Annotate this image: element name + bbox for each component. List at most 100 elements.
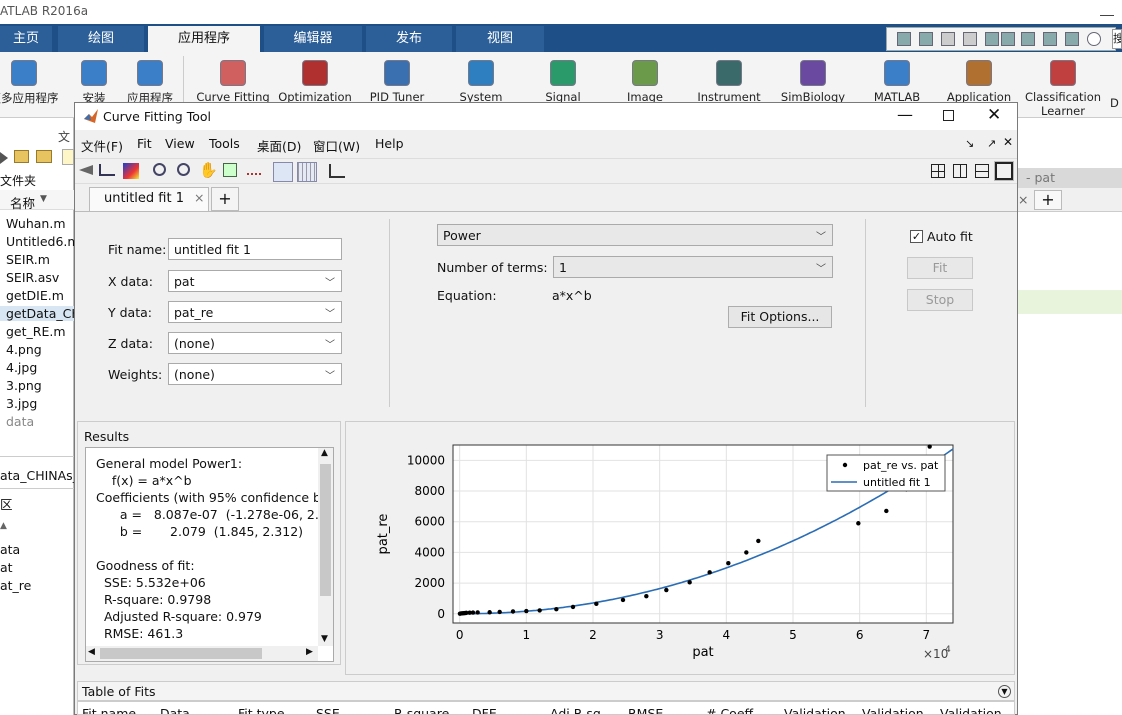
table-column-header[interactable]: Validation — [940, 706, 1002, 714]
dock-arrow-icon[interactable]: ↗ — [987, 137, 996, 150]
collapse-icon[interactable]: ▼ — [998, 685, 1011, 698]
z-data-select[interactable]: (none) ﹀ — [168, 332, 342, 354]
data-cursor-icon[interactable] — [99, 164, 115, 176]
workspace-var[interactable]: ata — [0, 542, 20, 557]
help-icon[interactable] — [1087, 32, 1101, 46]
browse-folder-icon[interactable] — [36, 150, 52, 163]
table-column-header[interactable]: R-square — [394, 706, 449, 714]
file-item[interactable]: Wuhan.m — [6, 216, 66, 231]
table-column-header[interactable]: DFE — [472, 706, 497, 714]
menu-item[interactable]: 桌面(D) — [257, 136, 301, 155]
data-cursor-tool-icon[interactable] — [223, 163, 237, 177]
scroll-down-icon[interactable]: ▼ — [321, 634, 328, 644]
paste-icon[interactable] — [985, 32, 999, 46]
file-item[interactable]: 4.png — [6, 342, 42, 357]
table-column-header[interactable]: # Coeff — [706, 706, 753, 714]
redo-icon[interactable] — [1043, 32, 1057, 46]
workspace-var[interactable]: at_re — [0, 578, 31, 593]
layout-rows-icon[interactable] — [975, 164, 989, 178]
open-icon[interactable] — [79, 165, 93, 175]
get-more-apps-button[interactable]: 更多应用程序 — [0, 60, 74, 117]
file-item[interactable]: data — [6, 414, 34, 429]
pan-icon[interactable]: ✋ — [199, 161, 218, 179]
file-item[interactable]: getDIE.m — [6, 288, 64, 303]
table-column-header[interactable]: Fit name — [82, 706, 136, 714]
table-column-header[interactable]: Adj R-sq — [550, 706, 601, 714]
new-fit-button[interactable]: + — [211, 187, 239, 211]
table-column-header[interactable]: SSE — [316, 706, 340, 714]
copy-icon[interactable] — [963, 32, 977, 46]
cft-close-button[interactable]: ✕ — [987, 105, 1001, 125]
menu-item[interactable]: Tools — [209, 136, 240, 151]
weights-select[interactable]: (none) ﹀ — [168, 363, 342, 385]
menu-item[interactable]: View — [165, 136, 195, 151]
tab-view[interactable]: 视图 — [456, 26, 544, 52]
file-item[interactable]: 3.jpg — [6, 396, 37, 411]
fit-tab-close-icon[interactable]: × — [194, 190, 204, 205]
app-button-11[interactable]: D — [1110, 60, 1122, 117]
fit-plot[interactable]: 0 1 2 3 4 5 6 70200040006000800010000patpat_re×… — [347, 423, 1013, 673]
table-column-header[interactable]: Validation — [862, 706, 924, 714]
file-item[interactable]: get_RE.m — [6, 324, 66, 339]
name-column-header[interactable]: 名称 ▼ — [0, 190, 74, 211]
auto-fit-checkbox[interactable]: ✓ — [910, 230, 923, 243]
search-field[interactable]: 搜 — [1112, 29, 1122, 49]
fit-tab[interactable]: untitled fit 1 × — [89, 187, 209, 211]
table-column-header[interactable]: Data — [160, 706, 190, 714]
undock-icon[interactable] — [897, 32, 911, 46]
switch-windows-icon[interactable] — [1065, 32, 1079, 46]
results-textbox[interactable]: General model Power1: f(x) = a*x^b Coeffi… — [85, 447, 334, 662]
close-tab-icon[interactable]: × — [1018, 192, 1028, 207]
file-item[interactable]: Untitled6.m — [6, 234, 80, 249]
zoom-out-icon[interactable] — [177, 163, 190, 176]
menu-item[interactable]: Fit — [137, 136, 152, 151]
workspace-var[interactable]: at — [0, 560, 13, 575]
scroll-left-icon[interactable]: ◀ — [88, 647, 95, 657]
number-of-terms-select[interactable]: 1 ﹀ — [553, 256, 833, 278]
table-column-header[interactable]: Fit type — [238, 706, 285, 714]
file-item[interactable]: SEIR.asv — [6, 270, 59, 285]
editor-tab-label[interactable]: - pat — [1026, 170, 1055, 185]
scroll-thumb[interactable] — [100, 648, 262, 659]
exclude-outliers-icon[interactable] — [247, 165, 261, 175]
forward-icon[interactable] — [0, 152, 8, 164]
menu-item[interactable]: 窗口(W) — [313, 136, 360, 155]
table-column-header[interactable]: Validation — [784, 706, 846, 714]
menu-item[interactable]: Help — [375, 136, 404, 151]
path-field[interactable] — [62, 149, 74, 165]
layout-columns-icon[interactable] — [953, 164, 967, 178]
paste-special-icon[interactable] — [1001, 32, 1015, 46]
y-data-select[interactable]: pat_re ﹀ — [168, 301, 342, 323]
table-column-header[interactable]: RMSE — [628, 706, 663, 714]
residuals-plot-icon[interactable] — [329, 164, 345, 178]
cut-icon[interactable] — [941, 32, 955, 46]
app-button-10[interactable]: Classification Learner — [1018, 60, 1108, 117]
window-minimize-button[interactable] — [1100, 2, 1114, 16]
layout-tiled-icon[interactable] — [931, 164, 945, 178]
cft-minimize-button[interactable]: — — [897, 105, 913, 124]
undo-icon[interactable] — [1021, 32, 1035, 46]
file-item[interactable]: SEIR.m — [6, 252, 50, 267]
tab-home[interactable]: 主页 — [0, 26, 52, 52]
scroll-up-icon[interactable]: ▲ — [321, 448, 328, 458]
undock-arrow-icon[interactable]: ↘ — [965, 137, 974, 150]
results-horizontal-scrollbar[interactable]: ◀ ▶ — [86, 646, 318, 661]
cft-maximize-button[interactable] — [943, 110, 954, 121]
legend-toggle-icon[interactable] — [273, 162, 293, 182]
scroll-thumb[interactable] — [320, 464, 331, 596]
file-item[interactable]: 4.jpg — [6, 360, 37, 375]
colormap-icon[interactable] — [123, 163, 139, 179]
new-tab-button[interactable]: + — [1034, 190, 1062, 210]
results-vertical-scrollbar[interactable]: ▲ ▼ — [318, 448, 333, 646]
tab-plots[interactable]: 绘图 — [58, 26, 144, 52]
grid-toggle-icon[interactable] — [297, 162, 317, 182]
tab-editor[interactable]: 编辑器 — [264, 26, 362, 52]
close-doc-icon[interactable]: ✕ — [1003, 135, 1013, 149]
x-data-select[interactable]: pat ﹀ — [168, 270, 342, 292]
menu-item[interactable]: 文件(F) — [81, 136, 123, 155]
file-item[interactable]: 3.png — [6, 378, 42, 393]
scroll-right-icon[interactable]: ▶ — [306, 647, 313, 657]
up-folder-icon[interactable] — [14, 150, 29, 163]
tab-apps[interactable]: 应用程序 — [148, 26, 260, 52]
save-icon[interactable] — [919, 32, 933, 46]
